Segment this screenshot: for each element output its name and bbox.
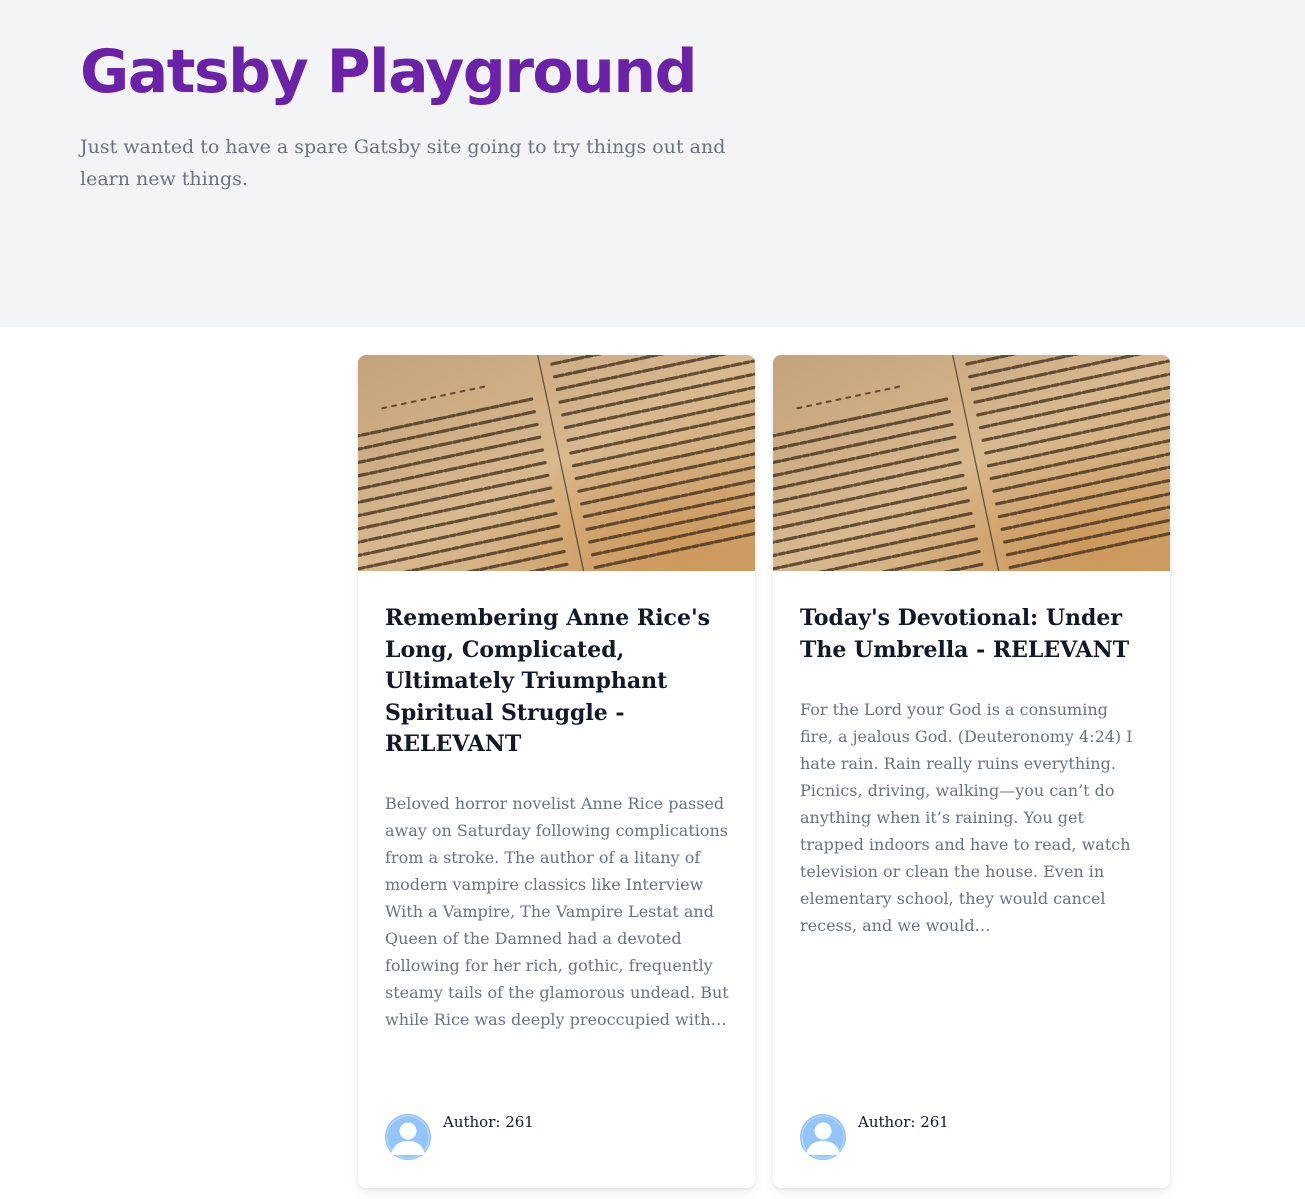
post-author: Author: 261 — [385, 1113, 725, 1161]
user-avatar-icon — [385, 1114, 431, 1160]
author-name: Author: 261 — [858, 1113, 949, 1131]
site-title[interactable]: Gatsby Playground — [80, 30, 698, 114]
site-header: Gatsby Playground Just wanted to have a … — [0, 0, 1305, 327]
post-card[interactable]: Remembering Anne Rice's Long, Complicate… — [358, 355, 755, 1188]
post-title[interactable]: Remembering Anne Rice's Long, Complicate… — [385, 603, 725, 761]
user-avatar-icon — [800, 1114, 846, 1160]
post-author: Author: 261 — [800, 1113, 1140, 1161]
post-image[interactable] — [773, 355, 1170, 571]
author-name: Author: 261 — [443, 1113, 534, 1131]
post-card[interactable]: Today's Devotional: Under The Umbrella -… — [773, 355, 1170, 1188]
site-description: Just wanted to have a spare Gatsby site … — [80, 136, 726, 190]
post-excerpt: For the Lord your God is a consuming fir… — [800, 700, 1133, 935]
post-excerpt: Beloved horror novelist Anne Rice passed… — [385, 794, 729, 1029]
post-title[interactable]: Today's Devotional: Under The Umbrella -… — [800, 603, 1140, 666]
post-image[interactable] — [358, 355, 755, 571]
